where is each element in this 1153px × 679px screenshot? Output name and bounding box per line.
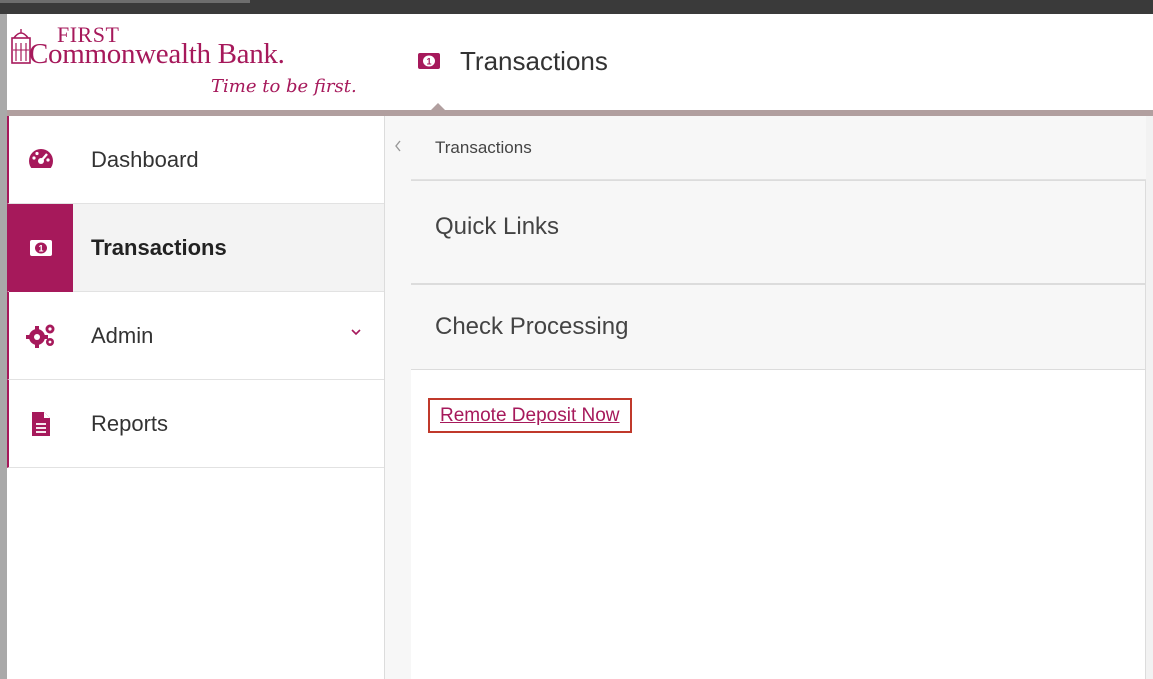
logo-tagline: Time to be first. [211,76,357,97]
quick-links-panel: Quick Links [411,180,1146,284]
header-title-group: 1 Transactions [417,44,608,78]
sidebar-item-label: Dashboard [91,146,199,172]
browser-tab-stub [0,0,250,3]
dashboard-gauge-icon [29,148,53,173]
chevron-left-icon[interactable] [392,138,404,154]
logo-name-text: Commonwealth Bank. [29,38,285,70]
chevron-down-icon[interactable] [350,326,362,338]
highlight-box: Remote Deposit Now [428,398,632,433]
quick-links-title: Quick Links [435,213,560,240]
svg-text:1: 1 [38,243,43,253]
bank-building-icon [11,29,31,64]
right-edge-strip [1146,116,1153,679]
check-processing-panel[interactable]: Check Processing [411,284,1146,370]
remote-deposit-now-link[interactable]: Remote Deposit Now [440,405,620,426]
document-icon [32,411,50,436]
sidebar-item-dashboard[interactable]: Dashboard [7,116,384,204]
sidebar: Dashboard 1 Transactions Admin Reports [7,116,385,679]
header: FIRST Commonwealth Bank. Time to be firs… [7,14,1153,110]
bank-logo[interactable]: FIRST Commonwealth Bank. Time to be firs… [11,22,381,102]
sidebar-item-reports[interactable]: Reports [7,380,384,468]
app-window: FIRST Commonwealth Bank. Time to be firs… [7,14,1153,679]
breadcrumb: Transactions [411,116,1153,180]
header-notch [430,103,446,111]
check-processing-body: Remote Deposit Now [411,370,1146,679]
breadcrumb-current: Transactions [435,138,532,157]
money-icon: 1 [30,239,52,256]
check-processing-title: Check Processing [435,313,629,340]
sidebar-item-label: Admin [91,322,154,348]
gears-icon [26,324,55,348]
sidebar-collapse-strip [385,116,411,679]
sidebar-item-label: Reports [91,410,169,436]
svg-text:1: 1 [426,57,431,67]
sidebar-item-label: Transactions [91,234,227,260]
main-content: Transactions Quick Links Check Processin… [411,116,1153,679]
page-title: Transactions [460,45,608,76]
browser-top-strip [0,0,1153,14]
sidebar-item-admin[interactable]: Admin [7,292,384,380]
money-icon: 1 [418,53,440,69]
sidebar-item-transactions[interactable]: 1 Transactions [7,203,384,292]
